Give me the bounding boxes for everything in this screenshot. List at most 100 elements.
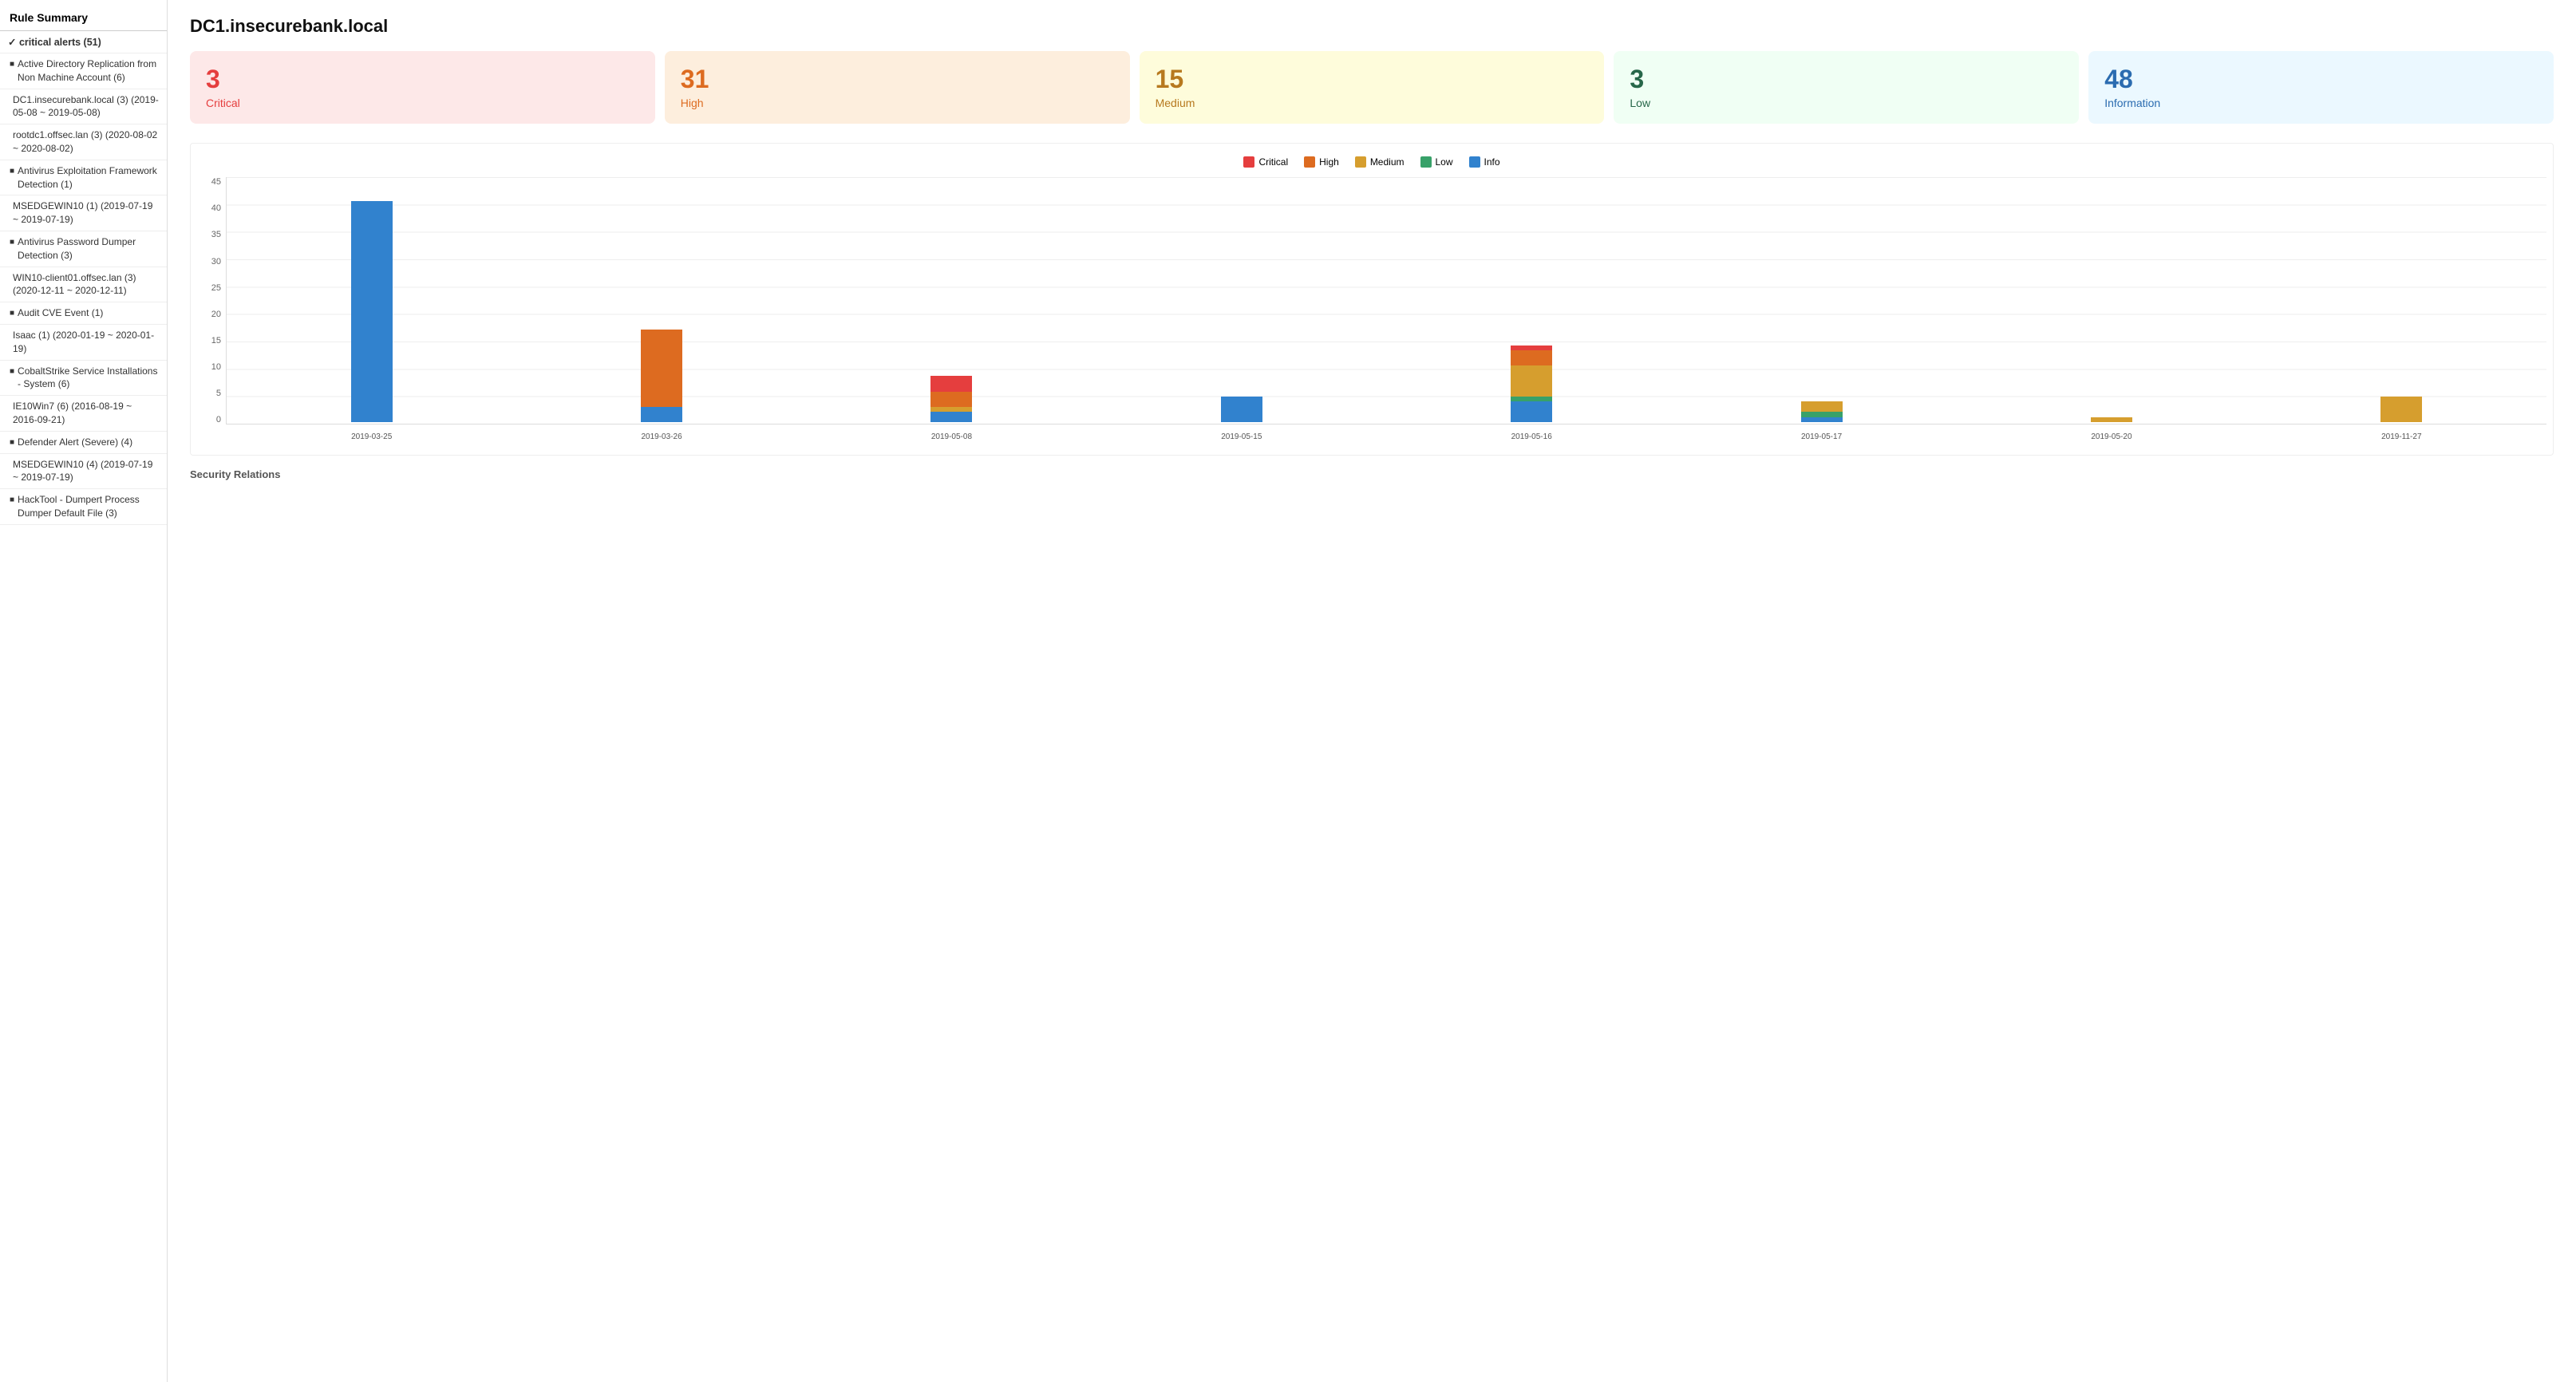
stat-number-info: 48 — [2104, 65, 2538, 93]
bar-segment-medium — [2091, 417, 2132, 422]
legend-label: Critical — [1258, 156, 1288, 168]
stat-label-high: High — [681, 97, 1114, 109]
sidebar-rule-item[interactable]: Antivirus Password Dumper Detection (3) — [0, 231, 167, 267]
bar-segment-info — [930, 412, 972, 422]
bar-segment-medium — [2380, 397, 2422, 422]
bar-stack — [930, 376, 972, 422]
legend-item-critical: Critical — [1243, 156, 1288, 168]
sidebar-host-item[interactable]: rootdc1.offsec.lan (3) (2020-08-02 ~ 202… — [0, 124, 167, 160]
bar-date-label: 2019-03-26 — [641, 432, 682, 441]
y-axis-label: 25 — [211, 283, 221, 293]
sidebar-rule-item[interactable]: Audit CVE Event (1) — [0, 302, 167, 325]
stat-number-high: 31 — [681, 65, 1114, 93]
sidebar-host-item[interactable]: Isaac (1) (2020-01-19 ~ 2020-01-19) — [0, 325, 167, 361]
bar-group[interactable]: 2019-05-17 — [1677, 401, 1966, 424]
legend-label: Info — [1484, 156, 1500, 168]
legend-swatch — [1469, 156, 1480, 168]
stat-number-medium: 15 — [1156, 65, 1589, 93]
stat-card-low: 3 Low — [1614, 51, 2079, 124]
bar-stack — [641, 330, 682, 422]
legend-item-info: Info — [1469, 156, 1500, 168]
legend-label: Low — [1436, 156, 1453, 168]
sidebar-host-item[interactable]: WIN10-client01.offsec.lan (3) (2020-12-1… — [0, 267, 167, 303]
legend-swatch — [1243, 156, 1254, 168]
y-axis: 0 5 10 15 20 25 30 35 40 45 — [197, 177, 226, 424]
stat-card-medium: 15 Medium — [1140, 51, 1605, 124]
y-axis-label: 10 — [211, 362, 221, 372]
bar-segment-high — [1511, 350, 1552, 365]
stat-label-medium: Medium — [1156, 97, 1589, 109]
sidebar-rule-item[interactable]: HackTool - Dumpert Process Dumper Defaul… — [0, 489, 167, 525]
stat-cards: 3 Critical 31 High 15 Medium 3 Low 48 In… — [190, 51, 2554, 124]
bar-stack — [351, 201, 393, 422]
bar-group[interactable]: 2019-11-27 — [2257, 397, 2546, 424]
sidebar-host-item[interactable]: MSEDGEWIN10 (1) (2019-07-19 ~ 2019-07-19… — [0, 195, 167, 231]
y-axis-label: 0 — [216, 415, 221, 424]
sidebar-group-header[interactable]: ✓ critical alerts (51) — [0, 31, 167, 53]
section-subtitle: Security Relations — [190, 468, 2554, 480]
bar-group[interactable]: 2019-05-15 — [1096, 397, 1386, 424]
bar-segment-high — [641, 330, 682, 407]
y-axis-label: 40 — [211, 203, 221, 213]
bar-date-label: 2019-05-08 — [931, 432, 972, 441]
sidebar-rule-item[interactable]: CobaltStrike Service Installations - Sys… — [0, 361, 167, 397]
bar-group[interactable]: 2019-03-25 — [227, 201, 516, 424]
bar-group[interactable]: 2019-05-16 — [1387, 346, 1677, 424]
stat-label-info: Information — [2104, 97, 2538, 109]
bar-date-label: 2019-11-27 — [2381, 432, 2421, 441]
stat-card-info: 48 Information — [2088, 51, 2554, 124]
stat-label-low: Low — [1630, 97, 2063, 109]
chart-container: Critical High Medium Low Info 0 5 10 15 20 25… — [190, 143, 2554, 456]
bar-stack — [2380, 397, 2422, 422]
bar-group[interactable]: 2019-03-26 — [516, 330, 806, 424]
sidebar-title: Rule Summary — [0, 6, 167, 31]
legend-swatch — [1304, 156, 1315, 168]
bar-stack — [1801, 401, 1843, 422]
sidebar-items: Active Directory Replication from Non Ma… — [0, 53, 167, 525]
bar-date-label: 2019-05-15 — [1221, 432, 1262, 441]
sidebar-rule-item[interactable]: Defender Alert (Severe) (4) — [0, 432, 167, 454]
stat-card-critical: 3 Critical — [190, 51, 655, 124]
legend-item-medium: Medium — [1355, 156, 1405, 168]
legend-swatch — [1355, 156, 1366, 168]
y-axis-label: 15 — [211, 336, 221, 346]
page-title: DC1.insecurebank.local — [190, 16, 2554, 37]
chart-wrapper: 051015202530354045 2019-03-252019-03-262… — [197, 177, 2546, 448]
sidebar-rule-item[interactable]: Active Directory Replication from Non Ma… — [0, 53, 167, 89]
sidebar-rule-item[interactable]: Antivirus Exploitation Framework Detecti… — [0, 160, 167, 196]
stat-label-critical: Critical — [206, 97, 639, 109]
y-axis-label: 35 — [211, 230, 221, 239]
legend-item-low: Low — [1420, 156, 1453, 168]
bar-date-label: 2019-05-17 — [1801, 432, 1842, 441]
sidebar-host-item[interactable]: DC1.insecurebank.local (3) (2019-05-08 ~… — [0, 89, 167, 125]
stat-number-critical: 3 — [206, 65, 639, 93]
bar-stack — [1221, 397, 1262, 422]
sidebar-host-item[interactable]: MSEDGEWIN10 (4) (2019-07-19 ~ 2019-07-19… — [0, 454, 167, 490]
chart-plot: 2019-03-252019-03-262019-05-082019-05-15… — [226, 177, 2546, 424]
legend-swatch — [1420, 156, 1432, 168]
legend-label: Medium — [1370, 156, 1405, 168]
bar-segment-high — [930, 392, 972, 407]
y-axis-label: 20 — [211, 310, 221, 319]
bar-segment-medium — [1511, 365, 1552, 397]
legend-item-high: High — [1304, 156, 1339, 168]
chart-legend: Critical High Medium Low Info — [197, 156, 2546, 168]
legend-label: High — [1319, 156, 1339, 168]
stat-card-high: 31 High — [665, 51, 1130, 124]
bar-segment-info — [1221, 397, 1262, 422]
bar-segment-medium — [1801, 401, 1843, 412]
bar-group[interactable]: 2019-05-20 — [1966, 417, 2256, 424]
bar-date-label: 2019-03-25 — [351, 432, 392, 441]
sidebar: Rule Summary ✓ critical alerts (51) Acti… — [0, 0, 168, 1382]
bar-segment-info — [641, 407, 682, 422]
bar-group[interactable]: 2019-05-08 — [807, 376, 1096, 424]
main-content: DC1.insecurebank.local 3 Critical 31 Hig… — [168, 0, 2576, 1382]
bar-segment-info — [351, 201, 393, 422]
bar-segment-info — [1511, 401, 1552, 422]
sidebar-host-item[interactable]: IE10Win7 (6) (2016-08-19 ~ 2016-09-21) — [0, 396, 167, 432]
y-axis-label: 5 — [216, 389, 221, 398]
bar-date-label: 2019-05-20 — [2091, 432, 2132, 441]
bar-stack — [2091, 417, 2132, 422]
y-axis-label: 45 — [211, 177, 221, 187]
y-axis-label: 30 — [211, 257, 221, 267]
